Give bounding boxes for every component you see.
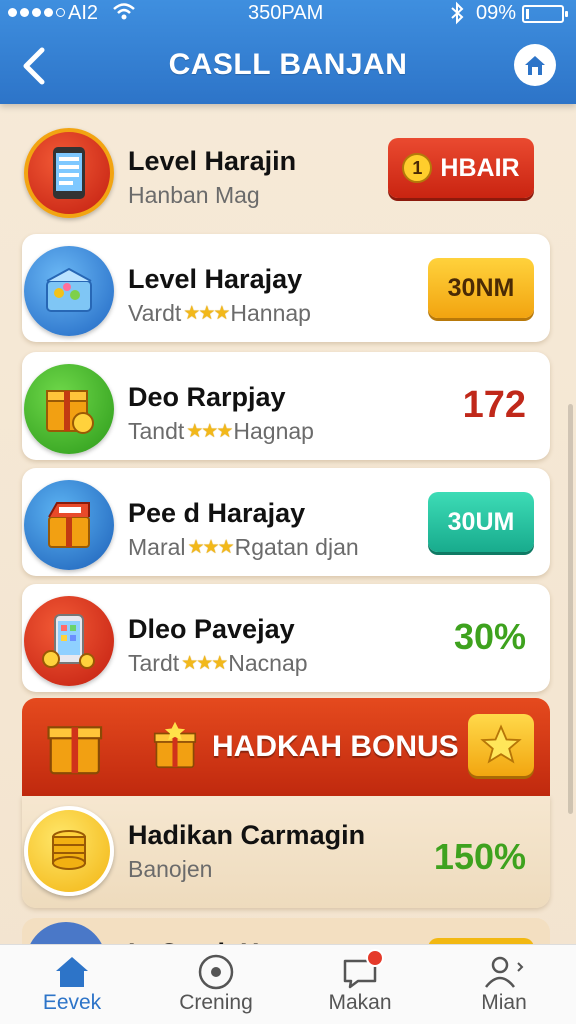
star-rating-icon: ★★★ <box>186 421 233 442</box>
row-subtitle-text: Hagnap <box>233 418 314 444</box>
star-rating-icon: ★★★ <box>181 653 228 674</box>
claim-button[interactable]: 30NM <box>428 258 534 318</box>
phone-icon <box>24 128 114 218</box>
row-subtitle: Tardt ★★★ Nacnap <box>128 650 308 677</box>
claim-button-label: 30UM <box>447 507 515 536</box>
bonus-banner[interactable]: HADKAH BONUS <box>22 698 550 796</box>
tab-label: Crening <box>179 991 253 1014</box>
star-rating-icon: ★★★ <box>183 303 230 324</box>
row-subtitle-text: Nacnap <box>228 650 308 676</box>
row-title: Level Harajin <box>128 146 297 176</box>
reward-list: Level Harajin Hanban Mag 1 HBAIR Level H… <box>0 104 576 958</box>
page-title: CASLL BANJAN <box>168 48 408 81</box>
notification-badge <box>366 949 384 967</box>
row-subtitle: Tandt ★★★ Hagnap <box>128 418 314 445</box>
gift-box-icon <box>153 721 197 769</box>
coin-stack-icon <box>24 806 114 896</box>
claim-button[interactable]: 30UM <box>428 492 534 552</box>
scrollbar[interactable] <box>568 404 573 814</box>
row-subtitle: Banojen <box>128 856 213 882</box>
signal-icon <box>8 8 65 17</box>
row-title: Level Harajay <box>128 264 303 294</box>
list-item[interactable]: Level Harajin Hanban Mag 1 HBAIR <box>22 116 550 224</box>
chevron-left-icon <box>23 47 45 85</box>
home-icon <box>525 56 545 75</box>
row-subtitle-text: Vardt <box>128 300 182 326</box>
claim-button-label: 30NM <box>447 273 515 302</box>
row-subtitle-text: Tandt <box>128 418 185 444</box>
bonus-value: 150% <box>433 836 526 877</box>
star-rating-icon: ★★★ <box>187 537 235 558</box>
tab-label: Eevek <box>42 991 102 1014</box>
coin-icon: 1 <box>402 153 433 183</box>
record-icon <box>198 954 234 990</box>
list-item[interactable]: Hadikan Carmagin Banojen 150% <box>22 796 550 908</box>
gift-box-icon <box>24 480 114 570</box>
app-header: AI2 350PAM 09% CASLL BANJAN <box>0 0 576 104</box>
home-icon <box>56 957 88 987</box>
row-subtitle-text: Rgatan djan <box>234 534 359 560</box>
list-item[interactable]: Dleo Pavejay Tardt ★★★ Nacnap 30% <box>22 584 550 692</box>
back-button[interactable] <box>14 42 54 90</box>
list-item[interactable]: Level Harajay Vardt ★★★ Hannap 30NM <box>22 234 550 342</box>
phone-coins-icon <box>24 596 114 686</box>
claim-button[interactable]: 1 HBAIR <box>388 138 534 198</box>
bonus-banner-label: HADKAH BONUS <box>212 730 459 763</box>
row-subtitle: Maral ★★★ Rgatan djan <box>128 534 359 561</box>
home-button[interactable] <box>514 44 556 86</box>
bonus-star-button[interactable] <box>468 714 534 776</box>
row-title: Dleo Pavejay <box>128 614 295 644</box>
row-title: Deo Rarpjay <box>128 382 286 412</box>
status-time: 350PAM <box>248 2 324 24</box>
row-subtitle: Vardt ★★★ Hannap <box>128 300 311 327</box>
reward-value: 172 <box>462 384 526 426</box>
row-subtitle-text: Hannap <box>230 300 311 326</box>
bluetooth-icon <box>450 1 464 31</box>
battery-icon <box>522 5 568 23</box>
row-subtitle-text: Hanban Mag <box>128 182 260 208</box>
reward-value: 30% <box>453 616 526 657</box>
profile-icon <box>485 956 524 988</box>
status-bar: AI2 350PAM 09% <box>0 0 576 28</box>
carrier-label: AI2 <box>68 2 99 24</box>
bottom-tab-bar: Eevek Crening Makan Mian <box>0 944 576 1024</box>
row-title: Hadikan Carmagin <box>128 820 366 850</box>
wifi-icon <box>112 2 136 28</box>
row-subtitle: Hanban Mag <box>128 182 260 209</box>
list-item[interactable]: Pee d Harajay Maral ★★★ Rgatan djan 30UM <box>22 468 550 576</box>
star-icon <box>480 724 522 764</box>
row-subtitle-text: Maral <box>128 534 186 560</box>
tab-crening[interactable]: Crening <box>144 945 288 1024</box>
tab-label: Makan <box>328 991 392 1014</box>
list-item[interactable]: Deo Rarpjay Tandt ★★★ Hagnap 172 <box>22 352 550 460</box>
row-subtitle-text: Tardt <box>128 650 180 676</box>
tab-makan[interactable]: Makan <box>288 945 432 1024</box>
battery-percent: 09% <box>476 2 517 24</box>
claim-button-label: HBAIR <box>440 153 520 182</box>
tab-label: Mian <box>481 991 527 1014</box>
tab-eevek[interactable]: Eevek <box>0 945 144 1024</box>
treasure-box-icon <box>24 364 114 454</box>
gift-box-icon <box>47 726 103 775</box>
row-title: Pee d Harajay <box>128 498 306 528</box>
tab-mian[interactable]: Mian <box>432 945 576 1024</box>
gift-box-icon <box>24 246 114 336</box>
